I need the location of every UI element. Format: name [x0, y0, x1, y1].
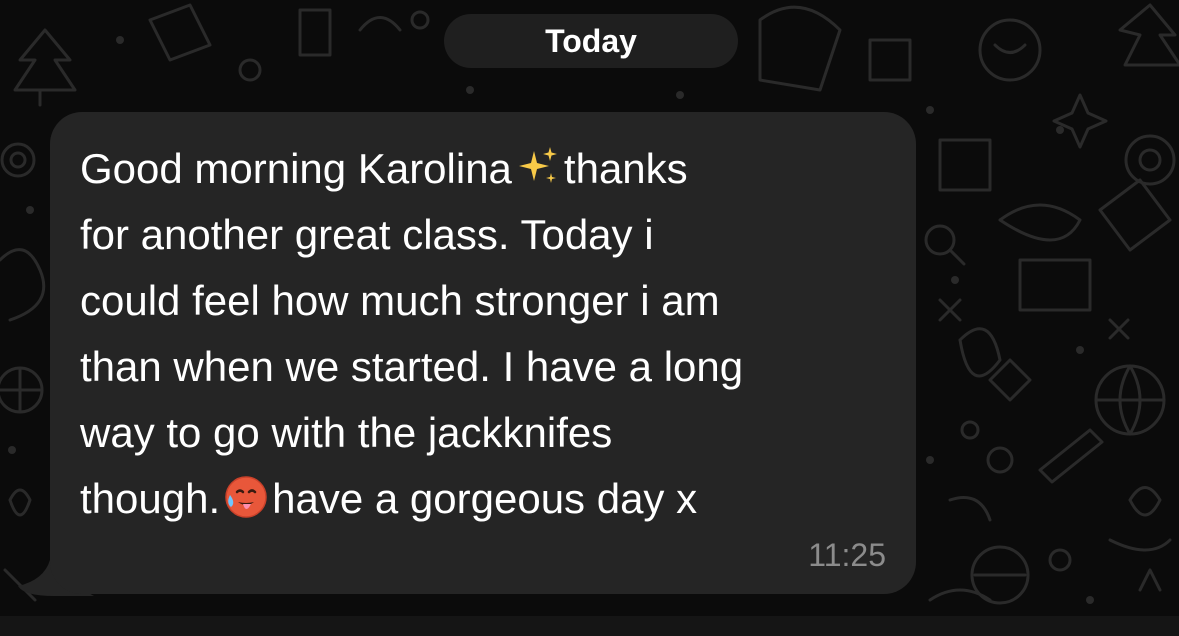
hot-face-icon [225, 476, 267, 518]
sparkles-icon [518, 147, 557, 183]
message-text: Good morning Karolina thanks for another … [80, 136, 886, 532]
message-text-part-2: thanks for another great class. Today i … [80, 145, 744, 522]
composer-edge [0, 616, 1179, 636]
message-text-part-3: have a gorgeous day x [272, 475, 698, 522]
message-bubble[interactable]: Good morning Karolina thanks for another … [50, 112, 916, 594]
message-timestamp: 11:25 [808, 537, 886, 573]
message-text-part-1: Good morning Karolina [80, 145, 512, 192]
date-separator: Today [444, 14, 738, 68]
